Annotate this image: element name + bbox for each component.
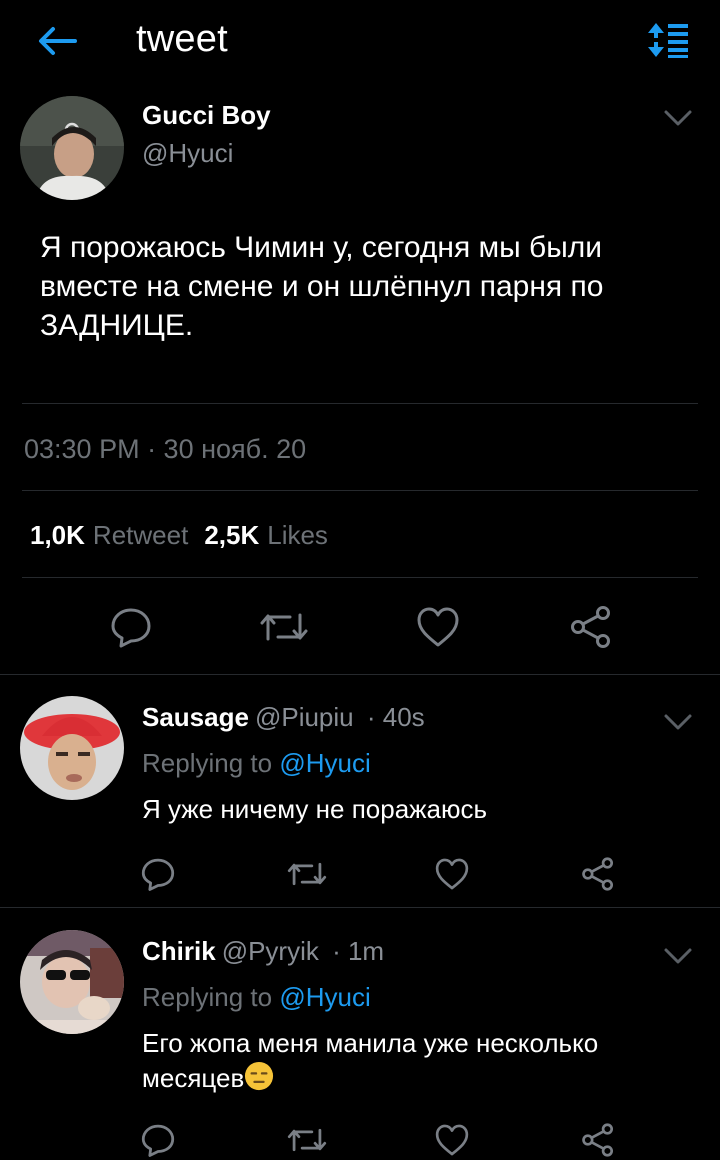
sort-button[interactable] <box>644 20 692 60</box>
mention-link[interactable]: @Hyuci <box>279 748 370 778</box>
tweet-text-container: Его жопа меня манила уже несколько месяц… <box>142 1026 682 1096</box>
avatar[interactable] <box>20 696 124 800</box>
author-name[interactable]: Gucci Boy <box>142 100 271 131</box>
retweet-button[interactable] <box>284 854 330 894</box>
avatar[interactable] <box>20 930 124 1034</box>
like-icon <box>435 858 469 890</box>
tweet-text: Я уже ничему не поражаюсь <box>142 794 488 824</box>
divider <box>22 577 698 578</box>
reply-tweet[interactable]: Chirik @Pyryik · 1m Replying to @Hyuci Ег… <box>0 912 720 1160</box>
like-button[interactable] <box>412 602 464 652</box>
reply-icon <box>111 608 151 648</box>
reply-button[interactable] <box>138 854 178 894</box>
share-icon <box>582 857 614 891</box>
reply-header: Chirik @Pyryik · 1m <box>142 936 384 967</box>
author-handle[interactable]: @Hyuci <box>142 138 233 169</box>
like-button[interactable] <box>432 854 472 894</box>
tweet-menu-button[interactable] <box>662 712 694 732</box>
tweet-stats: 1,0K Retweet 2,5K Likes <box>30 520 344 551</box>
avatar[interactable] <box>20 96 124 200</box>
share-button[interactable] <box>578 854 618 894</box>
chevron-down-icon <box>664 948 692 964</box>
sort-list-icon <box>648 23 688 58</box>
reply-button[interactable] <box>106 602 156 652</box>
reply-time: · 40s <box>366 702 425 732</box>
replying-prefix: Replying to <box>142 748 273 778</box>
like-icon <box>417 607 459 647</box>
reply-icon <box>141 1124 175 1157</box>
like-button[interactable] <box>432 1120 472 1160</box>
reply-button[interactable] <box>138 1120 178 1160</box>
tweet-menu-button[interactable] <box>662 946 694 966</box>
divider <box>0 907 720 908</box>
divider <box>22 490 698 491</box>
chevron-down-icon <box>664 110 692 126</box>
page-title: tweet <box>136 18 228 60</box>
author-name[interactable]: Sausage <box>142 702 249 732</box>
retweets-label[interactable]: Retweet <box>93 520 188 551</box>
author-handle[interactable]: @Piupiu <box>255 702 354 732</box>
share-icon <box>582 1123 614 1157</box>
tweet-text: Я порожаюсь Чимин у, сегодня мы были вме… <box>40 231 604 342</box>
retweet-button[interactable] <box>256 602 312 652</box>
likes-count[interactable]: 2,5K <box>204 520 259 551</box>
retweet-icon <box>287 1128 327 1152</box>
tweet-timestamp: 03:30 PM · 30 нояб. 20 <box>24 434 307 464</box>
tweet-text: Его жопа меня манила уже несколько месяц… <box>142 1028 599 1093</box>
reply-icon <box>141 858 175 891</box>
mention-link[interactable]: @Hyuci <box>279 982 370 1012</box>
like-icon <box>435 1124 469 1156</box>
replying-to: Replying to @Hyuci <box>142 748 371 779</box>
share-button[interactable] <box>566 602 616 652</box>
reply-time: · 1m <box>332 936 385 966</box>
share-icon <box>571 606 610 648</box>
likes-label[interactable]: Likes <box>267 520 328 551</box>
retweet-icon <box>260 613 308 641</box>
top-bar: tweet <box>0 0 720 84</box>
reply-header: Sausage @Piupiu · 40s <box>142 702 425 733</box>
author-handle[interactable]: @Pyryik <box>222 936 319 966</box>
replying-to: Replying to @Hyuci <box>142 982 371 1013</box>
reply-tweet[interactable]: Sausage @Piupiu · 40s Replying to @Hyuci … <box>0 678 720 906</box>
share-button[interactable] <box>578 1120 618 1160</box>
divider <box>22 403 698 404</box>
tweet-menu-button[interactable] <box>662 108 694 128</box>
divider <box>0 674 720 675</box>
retweets-count[interactable]: 1,0K <box>30 520 85 551</box>
chevron-down-icon <box>664 714 692 730</box>
replying-prefix: Replying to <box>142 982 273 1012</box>
expressionless-face-emoji <box>245 1061 274 1091</box>
back-button[interactable] <box>34 18 80 64</box>
arrow-left-icon <box>39 27 77 55</box>
author-name[interactable]: Chirik <box>142 936 216 966</box>
retweet-icon <box>287 862 327 886</box>
retweet-button[interactable] <box>284 1120 330 1160</box>
